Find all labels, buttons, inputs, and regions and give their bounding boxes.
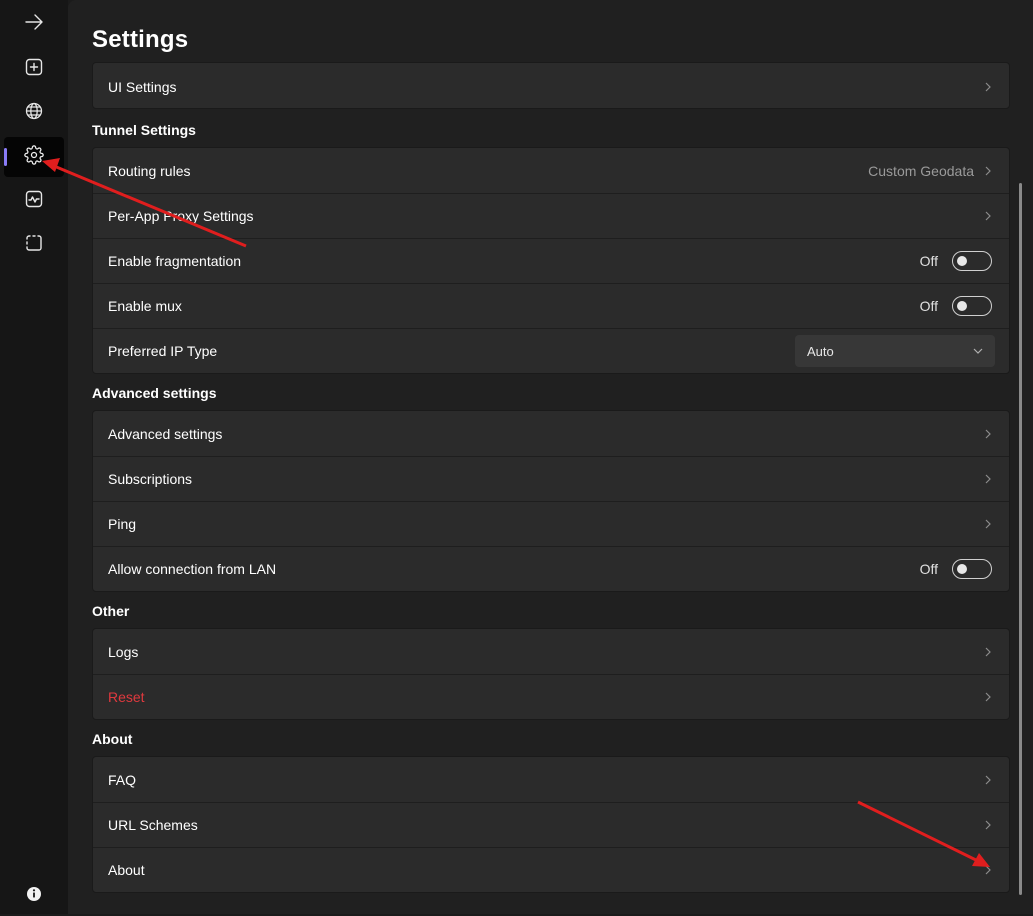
row-label: Enable mux (108, 298, 182, 314)
chevron-down-icon (973, 342, 983, 360)
chevron-right-icon (984, 519, 994, 529)
chevron-right-icon (984, 820, 994, 830)
subscriptions-row[interactable]: Subscriptions (93, 456, 1009, 501)
section-title-tunnel: Tunnel Settings (92, 122, 196, 138)
reset-label: Reset (108, 689, 145, 705)
section-title-other: Other (92, 603, 130, 619)
about-row[interactable]: About (93, 847, 1009, 892)
logs-row[interactable]: Logs (93, 629, 1009, 674)
ping-row[interactable]: Ping (93, 501, 1009, 546)
row-label: Preferred IP Type (108, 343, 218, 359)
ui-settings-card: UI Settings (92, 62, 1010, 109)
sidebar-item-servers[interactable] (4, 93, 64, 133)
toggle-state-label: Off (919, 298, 938, 314)
toggle-state-label: Off (919, 561, 938, 577)
sidebar-item-scan[interactable] (4, 225, 64, 265)
url-schemes-row[interactable]: URL Schemes (93, 802, 1009, 847)
about-card: FAQ URL Schemes About (92, 756, 1010, 893)
row-label: Enable fragmentation (108, 253, 242, 269)
arrow-right-icon (24, 12, 44, 37)
info-icon (24, 884, 44, 909)
page-title: Settings (92, 26, 189, 53)
sidebar-item-connect[interactable] (4, 4, 64, 44)
mux-toggle[interactable] (952, 296, 992, 316)
allow-lan-toggle[interactable] (952, 559, 992, 579)
activity-chart-icon (24, 189, 44, 214)
settings-page: Settings UI Settings Tunnel Settings Rou… (68, 0, 1033, 914)
tunnel-settings-card: Routing rules Custom Geodata Per-App Pro… (92, 147, 1010, 374)
faq-row[interactable]: FAQ (93, 757, 1009, 802)
chevron-right-icon (984, 211, 994, 221)
toggle-state-label: Off (919, 253, 938, 269)
reset-row[interactable]: Reset (93, 674, 1009, 719)
add-icon (24, 57, 44, 82)
sidebar (0, 0, 68, 914)
chevron-right-icon (984, 82, 994, 92)
chevron-right-icon (984, 429, 994, 439)
per-app-proxy-row[interactable]: Per-App Proxy Settings (93, 193, 1009, 238)
routing-rules-value: Custom Geodata (868, 162, 974, 179)
row-label: Ping (108, 516, 137, 532)
toggle-knob (957, 256, 967, 266)
select-value: Auto (807, 343, 834, 359)
dashed-square-icon (24, 233, 44, 258)
sidebar-item-info[interactable] (4, 876, 64, 916)
preferred-ip-type-row: Preferred IP Type Auto (93, 328, 1009, 373)
row-label: Subscriptions (108, 471, 193, 487)
section-title-about: About (92, 731, 133, 747)
section-title-advanced: Advanced settings (92, 385, 217, 401)
toggle-knob (957, 564, 967, 574)
row-label: Logs (108, 643, 139, 660)
row-label: Allow connection from LAN (108, 561, 277, 577)
sidebar-item-settings[interactable] (4, 137, 64, 177)
allow-lan-row: Allow connection from LAN Off (93, 546, 1009, 591)
chevron-right-icon (984, 647, 994, 657)
chevron-right-icon (984, 865, 994, 875)
row-label: URL Schemes (108, 817, 198, 833)
sidebar-item-add[interactable] (4, 49, 64, 89)
fragmentation-toggle[interactable] (952, 251, 992, 271)
chevron-right-icon (984, 166, 994, 176)
routing-rules-row[interactable]: Routing rules Custom Geodata (93, 148, 1009, 193)
chevron-right-icon (984, 775, 994, 785)
mux-row: Enable mux Off (93, 283, 1009, 328)
other-card: Logs Reset (92, 628, 1010, 720)
toggle-knob (957, 301, 967, 311)
row-label: Routing rules (108, 162, 191, 179)
gear-icon (24, 144, 44, 170)
ui-settings-row[interactable]: UI Settings (93, 63, 1009, 108)
globe-icon (24, 101, 44, 126)
chevron-right-icon (984, 692, 994, 702)
chevron-right-icon (984, 474, 994, 484)
row-label: About (108, 862, 145, 878)
row-label: FAQ (108, 771, 137, 788)
advanced-settings-row[interactable]: Advanced settings (93, 411, 1009, 456)
active-indicator (4, 148, 7, 166)
fragmentation-row: Enable fragmentation Off (93, 238, 1009, 283)
advanced-settings-card: Advanced settings Subscriptions Ping All… (92, 410, 1010, 592)
row-label: Advanced settings (108, 425, 223, 442)
sidebar-item-statistics[interactable] (4, 181, 64, 221)
preferred-ip-type-select[interactable]: Auto (795, 335, 995, 367)
row-label: UI Settings (108, 78, 177, 95)
vertical-scrollbar[interactable] (1019, 183, 1022, 895)
row-label: Per-App Proxy Settings (108, 208, 254, 224)
